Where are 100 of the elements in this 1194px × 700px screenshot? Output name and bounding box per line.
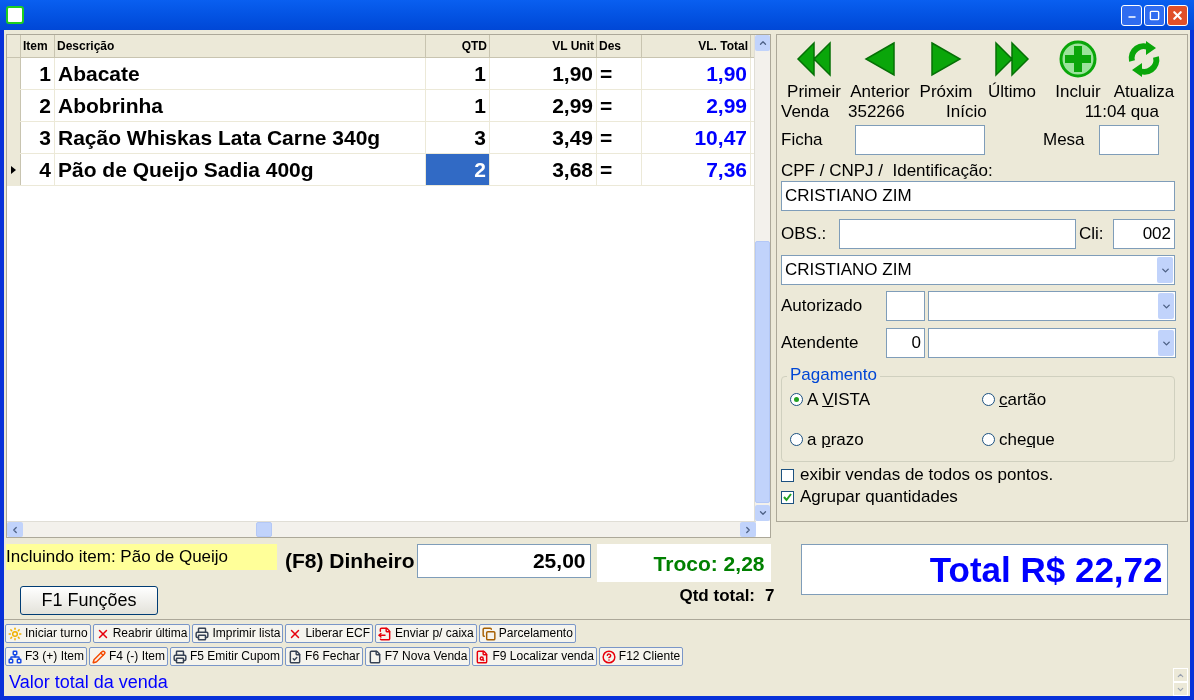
nav-button[interactable]: Próxim xyxy=(913,39,979,101)
printer-icon xyxy=(195,626,210,641)
maximize-button[interactable] xyxy=(1144,4,1165,26)
folders-icon xyxy=(481,626,496,641)
nav-button[interactable]: Primeir xyxy=(781,39,847,101)
toolbar-button[interactable]: Liberar ECF xyxy=(285,624,374,643)
scroll-right-button[interactable] xyxy=(740,522,756,537)
radio-label: cartão xyxy=(999,389,1047,411)
authorized-field[interactable] xyxy=(886,291,925,321)
chevron-up-icon xyxy=(757,38,768,48)
functions-button[interactable]: F1 Funções xyxy=(20,586,158,615)
column-header[interactable]: VL Unit xyxy=(490,35,597,57)
column-header[interactable]: QTD xyxy=(426,35,490,57)
spin-down-button[interactable] xyxy=(1173,682,1188,696)
caret-icon xyxy=(1158,330,1174,356)
checkbox[interactable] xyxy=(781,468,794,482)
table-cell: 2 xyxy=(474,158,486,181)
radio-button[interactable] xyxy=(982,393,995,407)
table-cell: 7,36 xyxy=(706,158,747,181)
table-cell: 2 xyxy=(39,94,51,117)
qty-total-label: Qtd total: xyxy=(679,586,756,606)
nav-button[interactable]: Atualiza xyxy=(1111,39,1177,101)
mesa-field[interactable] xyxy=(1099,125,1159,155)
toolbar-button[interactable]: F5 Emitir Cupom xyxy=(170,647,284,666)
toolbar-button[interactable]: F7 Nova Venda xyxy=(364,647,471,666)
cash-field[interactable]: 25,00 xyxy=(416,544,591,578)
status-message: Incluindo item: Pão de Queijo xyxy=(6,544,277,570)
sun-icon xyxy=(8,626,22,641)
toolbar-button[interactable]: F9 Localizar venda xyxy=(472,647,597,666)
identification-field[interactable]: CRISTIANO ZIM xyxy=(781,181,1175,211)
document-icon xyxy=(367,649,382,664)
table-cell: 3 xyxy=(39,126,51,149)
dropdown[interactable] xyxy=(928,328,1176,358)
chevron-down-icon xyxy=(757,508,768,518)
chevron-right-icon xyxy=(743,524,753,535)
row-indicator[interactable] xyxy=(7,154,21,185)
nav-button[interactable]: Incluir xyxy=(1045,39,1111,101)
client-code-field[interactable]: 002 xyxy=(1113,219,1175,249)
table-cell: = xyxy=(600,126,613,149)
toolbar-button[interactable]: F4 (-) Item xyxy=(89,647,168,666)
radio-label: cheque xyxy=(999,428,1055,451)
field-label: Mesa xyxy=(1043,129,1086,152)
table-cell: Abobrinha xyxy=(58,94,163,117)
clock-text: 11:04 qua xyxy=(1084,102,1159,122)
column-header[interactable]: Descrição xyxy=(55,35,426,57)
chevron-left-icon xyxy=(10,524,20,535)
obs-field[interactable] xyxy=(839,219,1076,249)
radio-label: A VISTA xyxy=(807,389,870,411)
toolbar-button[interactable]: Reabrir última xyxy=(92,624,191,643)
radio-button[interactable] xyxy=(982,432,995,446)
dropdown[interactable] xyxy=(928,291,1176,321)
table-cell: 1,90 xyxy=(552,62,593,85)
toolbar-button[interactable]: Enviar p/ caixa xyxy=(375,624,477,643)
scroll-up-button[interactable] xyxy=(755,35,770,51)
close-button[interactable] xyxy=(1167,4,1188,26)
column-header[interactable]: VL. Total xyxy=(642,35,751,57)
group-title: Pagamento xyxy=(787,365,880,385)
dropdown[interactable]: CRISTIANO ZIM xyxy=(781,255,1175,285)
scrollbar-thumb[interactable] xyxy=(755,241,770,503)
column-header[interactable]: Item xyxy=(21,35,55,57)
table-cell: 1 xyxy=(39,62,51,85)
attendant-field[interactable]: 0 xyxy=(886,328,925,358)
plus-circle-icon xyxy=(1058,39,1098,79)
table-cell: 2,99 xyxy=(706,94,747,117)
status-text: Valor total da venda xyxy=(9,671,168,694)
nav-button[interactable]: Anterior xyxy=(847,39,913,101)
table-cell: 2,99 xyxy=(552,94,593,117)
toolbar-button[interactable]: F3 (+) Item xyxy=(5,647,87,666)
checkbox[interactable] xyxy=(781,490,794,504)
radio-button[interactable] xyxy=(790,393,803,407)
table-cell: 4 xyxy=(39,158,51,181)
document-search-icon xyxy=(475,649,490,664)
table-cell: 3,68 xyxy=(552,158,593,181)
sale-label: Venda xyxy=(781,102,831,122)
table-cell: = xyxy=(600,94,613,117)
change-text: Troco: 2,28 xyxy=(596,544,771,582)
cash-label: (F8) Dinheiro xyxy=(285,548,415,574)
document-icon xyxy=(288,649,303,664)
toolbar-button[interactable]: Iniciar turno xyxy=(5,624,91,643)
radio-label: a prazo xyxy=(807,428,864,451)
double-right-arrow-icon xyxy=(992,39,1032,79)
scrollbar-thumb[interactable] xyxy=(256,522,272,537)
scroll-left-button[interactable] xyxy=(7,522,23,537)
ficha-field[interactable] xyxy=(855,125,985,155)
table-cell: 3 xyxy=(474,126,486,149)
help-icon xyxy=(601,649,616,664)
network-icon xyxy=(8,649,22,664)
radio-button[interactable] xyxy=(790,432,803,446)
toolbar-button[interactable]: Imprimir lista xyxy=(192,624,284,643)
column-header[interactable]: Des xyxy=(597,35,642,57)
minimize-button[interactable] xyxy=(1121,4,1142,26)
scroll-down-button[interactable] xyxy=(755,505,770,521)
maximize-icon xyxy=(1149,9,1160,21)
spin-up-button[interactable] xyxy=(1173,668,1188,682)
caret-icon xyxy=(1157,257,1173,283)
toolbar-button[interactable]: F6 Fechar xyxy=(285,647,363,666)
toolbar-button[interactable]: F12 Cliente xyxy=(598,647,684,666)
toolbar-button[interactable]: Parcelamento xyxy=(478,624,576,643)
close-icon xyxy=(1171,8,1184,22)
nav-button[interactable]: Último xyxy=(979,39,1045,101)
